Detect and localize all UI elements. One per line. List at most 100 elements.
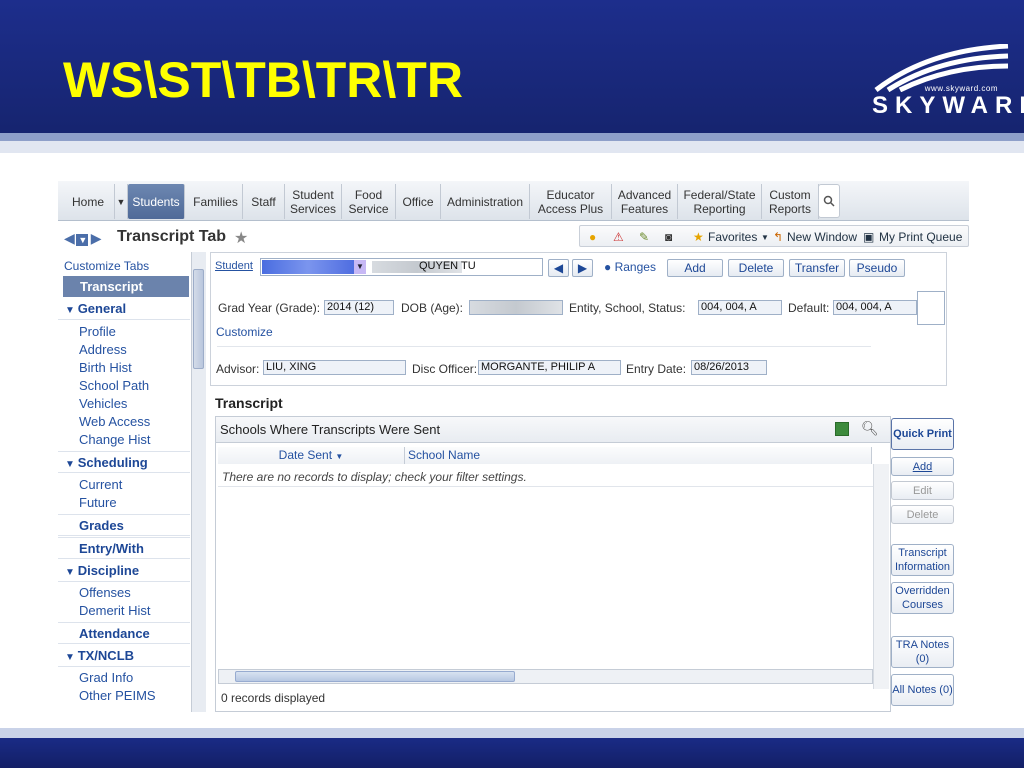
customize-tabs-link[interactable]: Customize Tabs xyxy=(64,258,196,274)
transcript-section-title: Transcript xyxy=(215,395,283,411)
nav-administration[interactable]: Administration xyxy=(441,184,530,219)
new-window-link[interactable]: New Window xyxy=(787,230,857,244)
history-arrows-icon[interactable]: ◀ ▼ ▶ xyxy=(64,230,102,247)
overridden-courses-button[interactable]: Overridden Courses xyxy=(891,582,954,614)
quick-print-button[interactable]: Quick Print xyxy=(891,418,954,450)
page-title: Transcript Tab xyxy=(117,228,227,245)
print-queue-link[interactable]: My Print Queue xyxy=(879,230,962,244)
help-icon: ● xyxy=(604,260,612,274)
main-nav: Home ▼ Students Families Staff Student S… xyxy=(58,181,969,221)
grid-title: Schools Where Transcripts Were Sent xyxy=(216,417,890,443)
favorites-star-icon: ★ xyxy=(693,230,704,244)
sidebar-item-grades[interactable]: Grades xyxy=(58,514,190,536)
student-label[interactable]: Student xyxy=(215,260,253,272)
skyward-screenshot: Home ▼ Students Families Staff Student S… xyxy=(58,181,969,712)
warning-icon[interactable]: ⚠ xyxy=(613,230,624,244)
entry-date-field: 08/26/2013 xyxy=(691,360,767,375)
favorites-menu[interactable]: Favorites xyxy=(708,230,757,244)
entry-date-label: Entry Date: xyxy=(626,362,687,376)
chevron-down-icon[interactable]: ▼ xyxy=(354,260,366,274)
nav-educator-access-plus[interactable]: Educator Access Plus xyxy=(530,184,612,219)
sidebar-item-attendance[interactable]: Attendance xyxy=(58,622,190,644)
ranges-link[interactable]: ● Ranges xyxy=(604,260,656,274)
skyward-logo: www.skyward.com SKYWARD® xyxy=(868,43,1024,122)
footer-bar xyxy=(0,738,1024,768)
printer-icon: ▣ xyxy=(863,230,875,244)
sidebar-scrollbar-thumb[interactable] xyxy=(193,269,204,369)
nav-custom-reports[interactable]: Custom Reports xyxy=(762,184,819,219)
transcripts-sent-grid: Schools Where Transcripts Were Sent 🔍︎ D… xyxy=(215,416,891,712)
sidebar-section-general[interactable]: ▼ General xyxy=(58,298,190,320)
print-preview-icon[interactable]: 🔍︎ xyxy=(861,420,879,437)
header-stripe xyxy=(0,133,1024,141)
add-button[interactable]: Add xyxy=(891,457,954,476)
student-name: QUYEN TU xyxy=(419,260,476,272)
slide-title: WS\ST\TB\TR\TR xyxy=(63,52,463,108)
nav-home[interactable]: Home xyxy=(62,184,115,219)
grid-vertical-scrollbar[interactable] xyxy=(873,464,889,689)
grad-year-field: 2014 (12) xyxy=(324,300,394,315)
records-count: 0 records displayed xyxy=(221,691,326,705)
favorites-chevron-icon[interactable]: ▼ xyxy=(761,233,769,242)
sidebar-item-entry-with[interactable]: Entry/With xyxy=(58,537,190,559)
disc-officer-field: MORGANTE, PHILIP A xyxy=(478,360,621,375)
grid-horizontal-scrollbar[interactable] xyxy=(218,669,873,684)
transfer-student-button[interactable]: Transfer xyxy=(789,259,845,277)
alert-icon[interactable]: ● xyxy=(589,230,596,244)
nav-federal-state-reporting[interactable]: Federal/State Reporting xyxy=(678,184,762,219)
tra-notes-button[interactable]: TRA Notes (0) xyxy=(891,636,954,668)
main-content: Student ▼ QUYEN TU ◀ ▶ ● Ranges Add Dele… xyxy=(210,252,969,712)
next-student-button[interactable]: ▶ xyxy=(572,259,593,277)
nav-student-services[interactable]: Student Services xyxy=(285,184,342,219)
disc-officer-label: Disc Officer: xyxy=(412,362,478,376)
nav-office[interactable]: Office xyxy=(396,184,441,219)
divider xyxy=(217,346,871,347)
redacted-student-id xyxy=(262,260,354,274)
logo-wordmark: SKYWARD® xyxy=(872,92,1024,119)
prev-student-button[interactable]: ◀ xyxy=(548,259,569,277)
column-date-sent[interactable]: Date Sent ▼ xyxy=(218,447,405,464)
column-school-name[interactable]: School Name xyxy=(405,447,872,464)
page-toolbar: ◀ ▼ ▶ Transcript Tab ★ ● ⚠ ✎ ◙ ★ Favorites… xyxy=(58,225,969,251)
nav-advanced-features[interactable]: Advanced Features xyxy=(612,184,678,219)
student-info-panel: Student ▼ QUYEN TU ◀ ▶ ● Ranges Add Dele… xyxy=(210,252,947,386)
notes-icon[interactable]: ✎ xyxy=(639,230,649,244)
grid-hscroll-thumb[interactable] xyxy=(235,671,515,682)
student-photo xyxy=(917,291,945,325)
sidebar-section-scheduling[interactable]: ▼ Scheduling xyxy=(58,451,190,473)
advisor-field: LIU, XING xyxy=(263,360,406,375)
search-icon[interactable] xyxy=(818,184,840,218)
sidebar-item-transcript[interactable]: Transcript xyxy=(63,276,189,297)
sidebar-section-txnclb[interactable]: ▼ TX/NCLB xyxy=(58,645,190,667)
chevron-down-icon[interactable]: ▼ xyxy=(115,184,128,219)
student-select[interactable]: ▼ QUYEN TU xyxy=(260,258,543,276)
pseudo-student-button[interactable]: Pseudo xyxy=(849,259,905,277)
export-excel-icon[interactable] xyxy=(835,422,849,436)
nav-food-service[interactable]: Food Service xyxy=(342,184,396,219)
slide-header: WS\ST\TB\TR\TR www.skyward.com SKYWARD® xyxy=(0,0,1024,133)
transcript-information-button[interactable]: Transcript Information xyxy=(891,544,954,576)
add-student-button[interactable]: Add xyxy=(667,259,723,277)
nav-staff[interactable]: Staff xyxy=(243,184,285,219)
edit-button[interactable]: Edit xyxy=(891,481,954,500)
dob-label: DOB (Age): xyxy=(401,301,464,315)
nav-families[interactable]: Families xyxy=(189,184,243,219)
delete-student-button[interactable]: Delete xyxy=(728,259,784,277)
entity-field: 004, 004, A xyxy=(698,300,782,315)
header-stripe-light xyxy=(0,141,1024,153)
camera-icon[interactable]: ◙ xyxy=(665,230,672,244)
default-label: Default: xyxy=(788,301,830,315)
customize-link[interactable]: Customize xyxy=(216,325,273,339)
sidebar-section-discipline[interactable]: ▼ Discipline xyxy=(58,560,190,582)
entity-label: Entity, School, Status: xyxy=(569,301,686,315)
nav-students[interactable]: Students xyxy=(128,184,185,219)
delete-button[interactable]: Delete xyxy=(891,505,954,524)
dob-field-redacted xyxy=(469,300,563,315)
footer-stripe-light xyxy=(0,728,1024,738)
favorite-star-icon[interactable]: ★ xyxy=(234,228,248,248)
new-window-icon: ↰ xyxy=(773,230,784,244)
sidebar: Customize Tabs Transcript ▼ General Prof… xyxy=(58,252,206,712)
all-notes-button[interactable]: All Notes (0) xyxy=(891,674,954,706)
empty-message: There are no records to display; check y… xyxy=(222,470,527,484)
tools-bar: ● ⚠ ✎ ◙ ★ Favorites ▼ ↰ New Window ▣ My … xyxy=(579,225,969,247)
